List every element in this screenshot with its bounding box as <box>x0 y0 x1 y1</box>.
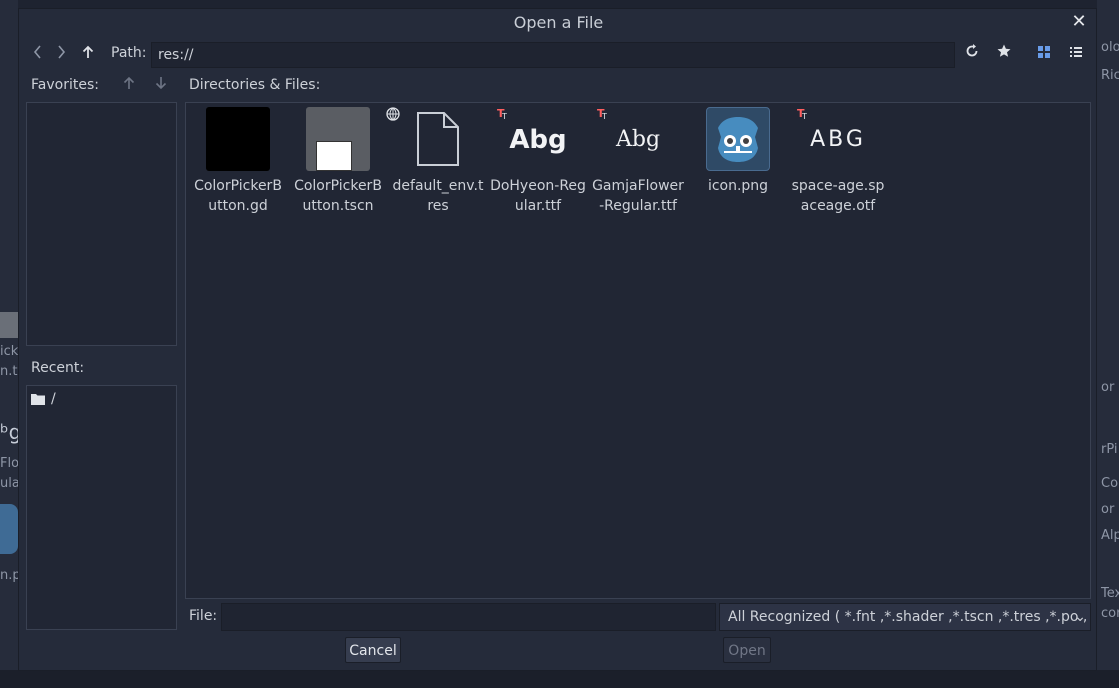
background-text: or <box>1101 380 1115 395</box>
background-text: n.pn <box>0 568 18 583</box>
file-item[interactable]: TT Abg DoHyeon-Regular.ttf <box>490 107 586 216</box>
star-icon <box>997 44 1011 57</box>
file-item[interactable]: ColorPickerButton.gd <box>190 107 286 216</box>
chevron-right-icon <box>58 45 66 59</box>
file-label: File: <box>189 608 218 624</box>
background-godot-icon <box>0 504 18 554</box>
font-preview: TT ABG <box>797 107 870 171</box>
background-text: n.ts <box>0 364 18 379</box>
file-name: default_env.tres <box>392 178 484 214</box>
resource-thumb <box>386 107 470 171</box>
recent-list[interactable] <box>26 385 177 630</box>
filter-select-value: All Recognized ( *.fnt ,*.shader ,*.tscn… <box>728 609 1091 625</box>
dialog-title: Open a File <box>513 13 604 32</box>
recent-item[interactable]: / <box>31 391 56 407</box>
directories-files-label: Directories & Files: <box>189 77 321 93</box>
font-preview-text: ABG <box>810 127 866 152</box>
list-view-button[interactable] <box>1065 43 1087 65</box>
file-name: space-age.spaceage.otf <box>791 178 885 214</box>
refresh-button[interactable] <box>961 43 983 65</box>
background-bottom-bar <box>0 670 1119 688</box>
gdscript-thumb-icon <box>206 107 270 171</box>
background-text: Tex <box>1101 586 1119 601</box>
file-name: GamjaFlower-Regular.ttf <box>592 178 684 214</box>
arrow-down-icon <box>155 77 167 90</box>
recent-label: Recent: <box>31 360 85 376</box>
favorites-label: Favorites: <box>31 77 99 93</box>
favorite-move-up-button[interactable] <box>123 76 135 94</box>
font-badge-icon: TT <box>597 107 607 120</box>
background-text: Alp <box>1101 528 1119 543</box>
file-item[interactable]: TT Abg GamjaFlower-Regular.ttf <box>590 107 686 216</box>
scene-thumb-icon <box>306 107 370 171</box>
file-name-input[interactable] <box>221 603 716 631</box>
filter-select[interactable]: All Recognized ( *.fnt ,*.shader ,*.tscn… <box>719 603 1091 631</box>
font-preview: TT Abg <box>597 107 670 171</box>
grid-icon <box>1038 46 1050 58</box>
background-text: ula <box>0 476 18 491</box>
folder-icon <box>31 394 45 405</box>
font-badge-icon: TT <box>797 107 807 120</box>
back-button[interactable] <box>27 43 49 65</box>
parent-dir-button[interactable] <box>77 43 99 65</box>
svg-text:T: T <box>801 112 807 120</box>
godot-icon <box>706 107 770 171</box>
file-item[interactable]: TT ABG space-age.spaceage.otf <box>790 107 886 216</box>
background-text: rPi <box>1101 442 1118 457</box>
arrow-up-icon <box>123 76 135 89</box>
background-text: Co <box>1101 476 1119 491</box>
background-text: olor <box>1101 40 1119 55</box>
favorite-move-down-button[interactable] <box>155 76 167 94</box>
background-text: ick <box>0 344 18 359</box>
file-name: DoHyeon-Regular.ttf <box>490 178 586 214</box>
chevron-down-icon: ⌄ <box>1074 609 1086 625</box>
grid-view-button[interactable] <box>1033 43 1055 65</box>
background-text: or <box>1101 502 1115 517</box>
refresh-icon <box>966 44 978 57</box>
font-preview-text: Abg <box>509 125 567 155</box>
arrow-up-icon <box>82 45 94 58</box>
favorites-list[interactable] <box>26 102 177 346</box>
svg-text:T: T <box>601 112 607 120</box>
file-item[interactable]: icon.png <box>690 107 786 196</box>
open-button[interactable]: Open <box>723 637 771 663</box>
favorite-button[interactable] <box>993 43 1015 65</box>
background-text: con <box>1101 606 1119 621</box>
background-right-panel <box>1097 0 1119 688</box>
close-icon[interactable]: ✕ <box>1068 11 1090 33</box>
forward-button[interactable] <box>50 43 72 65</box>
font-preview: TT Abg <box>497 107 570 171</box>
background-text: Rich <box>1101 68 1119 83</box>
file-grid[interactable]: ColorPickerButton.gd ColorPickerButton.t… <box>185 102 1091 599</box>
svg-text:T: T <box>501 112 507 120</box>
file-item[interactable]: default_env.tres <box>386 107 486 216</box>
background-thumb <box>0 312 18 338</box>
file-name: ColorPickerButton.gd <box>194 178 282 214</box>
list-icon <box>1070 47 1082 57</box>
path-input[interactable]: res:// <box>151 42 955 68</box>
file-name: icon.png <box>707 178 769 194</box>
chevron-left-icon <box>33 45 41 59</box>
file-icon <box>417 112 459 166</box>
path-label: Path: <box>111 45 147 61</box>
file-name: ColorPickerButton.tscn <box>294 178 382 214</box>
font-badge-icon: TT <box>497 107 507 120</box>
globe-icon <box>386 107 400 121</box>
open-file-dialog: Open a File ✕ Path: res:// Favorites: Re… <box>18 8 1097 671</box>
background-text: Flo <box>0 456 18 471</box>
file-item[interactable]: ColorPickerButton.tscn <box>290 107 386 216</box>
background-text: ᵇg <box>0 420 18 444</box>
recent-item-label: / <box>51 391 56 407</box>
cancel-button[interactable]: Cancel <box>345 637 401 663</box>
font-preview-text: Abg <box>615 127 661 152</box>
